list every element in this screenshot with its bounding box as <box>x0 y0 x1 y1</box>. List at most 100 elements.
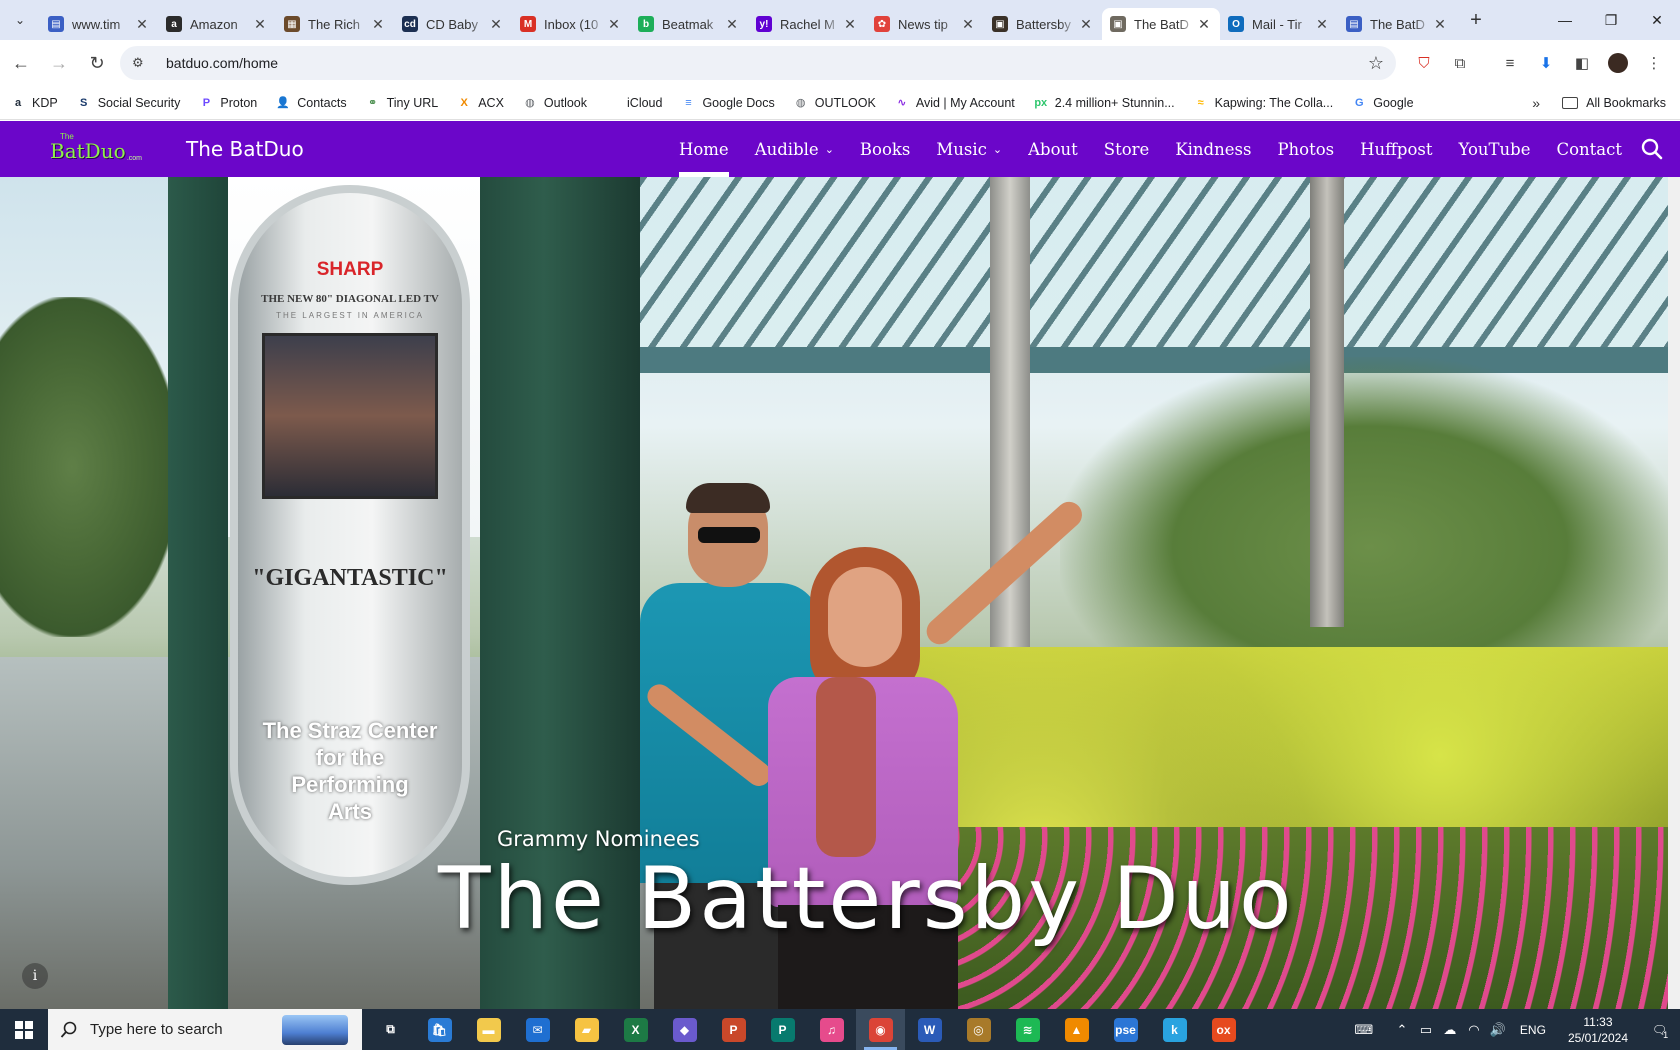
close-tab-icon[interactable]: ✕ <box>724 16 740 33</box>
url-text[interactable]: batduo.com/home <box>166 55 278 71</box>
more-bookmarks-button[interactable]: » <box>1532 86 1540 120</box>
taskbar-app-publisher[interactable]: P <box>758 1009 807 1050</box>
bookmark-item[interactable]: px 2.4 million+ Stunnin... <box>1033 95 1174 111</box>
new-tab-button[interactable]: + <box>1462 6 1490 34</box>
taskbar-app-word[interactable]: W <box>905 1009 954 1050</box>
taskbar-app-excel[interactable]: X <box>611 1009 660 1050</box>
close-tab-icon[interactable]: ✕ <box>1078 16 1094 33</box>
tab-search-button[interactable]: ⌄ <box>6 6 34 34</box>
side-panel-icon[interactable]: ◧ <box>1564 46 1600 80</box>
nav-item-home[interactable]: Home <box>678 121 729 177</box>
taskbar-app-k-app[interactable]: k <box>1150 1009 1199 1050</box>
taskbar-app-chrome[interactable]: ◉ <box>856 1009 905 1050</box>
profile-avatar[interactable] <box>1600 46 1636 80</box>
close-tab-icon[interactable]: ✕ <box>488 16 504 33</box>
close-tab-icon[interactable]: ✕ <box>1196 16 1212 33</box>
browser-tab[interactable]: O Mail - Tir ✕ <box>1220 8 1338 40</box>
clock[interactable]: 11:33 25/01/2024 <box>1568 1014 1628 1046</box>
puzzle-extension-icon[interactable]: ⧉ <box>1442 46 1478 80</box>
close-tab-icon[interactable]: ✕ <box>960 16 976 33</box>
browser-tab[interactable]: ✿ News tip ✕ <box>866 8 984 40</box>
close-tab-icon[interactable]: ✕ <box>606 16 622 33</box>
reload-button[interactable]: ↻ <box>80 46 114 80</box>
nav-item-kindness[interactable]: Kindness <box>1175 121 1251 177</box>
browser-tab[interactable]: a Amazon ✕ <box>158 8 276 40</box>
nav-item-contact[interactable]: Contact <box>1556 121 1622 177</box>
nav-item-photos[interactable]: Photos <box>1277 121 1334 177</box>
browser-tab[interactable]: cd CD Baby ✕ <box>394 8 512 40</box>
taskbar-app-powerpoint[interactable]: P <box>709 1009 758 1050</box>
nav-item-audible[interactable]: Audible ⌄ <box>755 121 834 177</box>
nav-item-store[interactable]: Store <box>1104 121 1150 177</box>
bookmark-item[interactable]: S Social Security <box>76 95 180 111</box>
minimize-button[interactable]: — <box>1542 0 1588 40</box>
close-tab-icon[interactable]: ✕ <box>370 16 386 33</box>
close-tab-icon[interactable]: ✕ <box>252 16 268 33</box>
browser-tab[interactable]: ▣ The BatD ✕ <box>1102 8 1220 40</box>
close-tab-icon[interactable]: ✕ <box>842 16 858 33</box>
address-bar[interactable]: ⚙ batduo.com/home ☆ <box>120 46 1396 80</box>
close-tab-icon[interactable]: ✕ <box>134 16 150 33</box>
nav-item-youtube[interactable]: YouTube <box>1458 121 1530 177</box>
browser-tab[interactable]: ▤ www.tim ✕ <box>40 8 158 40</box>
taskbar-app-itunes[interactable]: ♫ <box>807 1009 856 1050</box>
taskbar-app-file-explorer[interactable]: ▬ <box>464 1009 513 1050</box>
shield-extension-icon[interactable]: ⛉ <box>1406 46 1442 80</box>
taskbar-app-mail[interactable]: ✉ <box>513 1009 562 1050</box>
close-window-button[interactable]: ✕ <box>1634 0 1680 40</box>
browser-tab[interactable]: M Inbox (10 ✕ <box>512 8 630 40</box>
bookmark-item[interactable]: ◍ Outlook <box>522 95 587 111</box>
start-button[interactable] <box>0 1009 48 1050</box>
all-bookmarks-button[interactable]: All Bookmarks <box>1562 86 1666 120</box>
bookmark-item[interactable]: a KDP <box>10 95 58 111</box>
taskbar-app-task-view[interactable]: ⧉ <box>366 1009 415 1050</box>
info-button[interactable]: i <box>22 963 48 989</box>
taskbar-app-files[interactable]: ▰ <box>562 1009 611 1050</box>
taskbar-search-box[interactable]: Type here to search <box>48 1009 362 1050</box>
page-scrollbar[interactable] <box>1668 177 1680 1009</box>
bookmark-item[interactable]: G Google <box>1351 95 1414 111</box>
wifi-icon[interactable]: ◠ <box>1462 1009 1486 1050</box>
nav-item-about[interactable]: About <box>1028 121 1078 177</box>
bookmark-item[interactable]: ≈ Kapwing: The Colla... <box>1193 95 1334 111</box>
bookmark-star-icon[interactable]: ☆ <box>1368 53 1384 74</box>
nav-item-books[interactable]: Books <box>860 121 910 177</box>
notifications-button[interactable]: 🗨 1 <box>1640 1020 1680 1040</box>
taskbar-app-compass[interactable]: ◎ <box>954 1009 1003 1050</box>
bookmark-item[interactable]: P Proton <box>198 95 258 111</box>
volume-icon[interactable]: 🔊 <box>1486 1009 1510 1050</box>
forward-button[interactable]: → <box>42 46 76 80</box>
bookmark-item[interactable]: 👤 Contacts <box>275 95 346 111</box>
media-control-icon[interactable]: ≡ <box>1492 46 1528 80</box>
taskbar-app-ox-app[interactable]: ox <box>1199 1009 1248 1050</box>
browser-tab[interactable]: ▣ Battersby ✕ <box>984 8 1102 40</box>
bookmark-item[interactable]: ≡ Google Docs <box>680 95 774 111</box>
onedrive-icon[interactable]: ☁ <box>1438 1009 1462 1050</box>
bookmark-item[interactable]: iCloud <box>605 95 662 111</box>
site-info-icon[interactable]: ⚙ <box>132 55 154 71</box>
battery-icon[interactable]: ▭ <box>1414 1009 1438 1050</box>
nav-item-music[interactable]: Music ⌄ <box>936 121 1002 177</box>
site-logo[interactable]: The BatDuo .com <box>50 129 142 169</box>
menu-kebab-icon[interactable]: ⋮ <box>1636 46 1672 80</box>
browser-tab[interactable]: ▦ The Rich ✕ <box>276 8 394 40</box>
bookmark-item[interactable]: ∿ Avid | My Account <box>894 95 1015 111</box>
site-title[interactable]: The BatDuo <box>186 137 304 161</box>
back-button[interactable]: ← <box>4 46 38 80</box>
keyboard-icon[interactable]: ⌨ <box>1352 1009 1376 1050</box>
search-icon[interactable] <box>1638 135 1666 163</box>
taskbar-app-clipchamp[interactable]: ◆ <box>660 1009 709 1050</box>
chevron-up-icon[interactable]: ⌃ <box>1390 1009 1414 1050</box>
close-tab-icon[interactable]: ✕ <box>1314 16 1330 33</box>
taskbar-app-vlc[interactable]: ▲ <box>1052 1009 1101 1050</box>
download-icon[interactable]: ⬇ <box>1528 46 1564 80</box>
nav-item-huffpost[interactable]: Huffpost <box>1360 121 1432 177</box>
close-tab-icon[interactable]: ✕ <box>1432 16 1448 33</box>
taskbar-app-photoshop-elements[interactable]: pse <box>1101 1009 1150 1050</box>
language-indicator[interactable]: ENG <box>1520 1023 1546 1037</box>
browser-tab[interactable]: y! Rachel M ✕ <box>748 8 866 40</box>
browser-tab[interactable]: ▤ The BatD ✕ <box>1338 8 1456 40</box>
taskbar-app-store[interactable]: 🛍 <box>415 1009 464 1050</box>
bookmark-item[interactable]: ⚭ Tiny URL <box>365 95 438 111</box>
bookmark-item[interactable]: X ACX <box>456 95 504 111</box>
